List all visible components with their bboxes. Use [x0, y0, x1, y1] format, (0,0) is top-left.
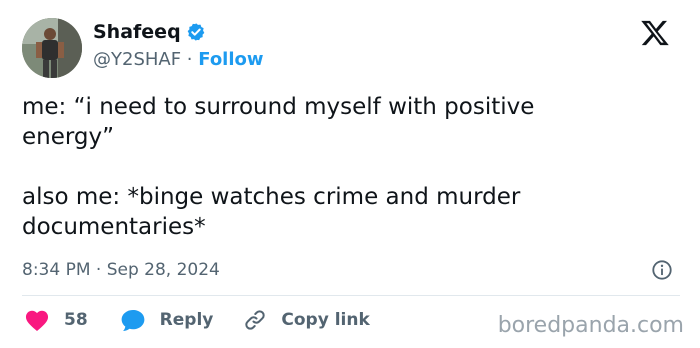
avatar[interactable] [22, 18, 82, 78]
x-logo-icon[interactable] [640, 18, 670, 48]
action-bar: 58 Reply Copy link [24, 308, 370, 332]
like-button[interactable]: 58 [24, 308, 88, 332]
info-icon[interactable] [651, 259, 673, 281]
link-icon [245, 310, 266, 330]
tweet-timestamp[interactable]: 8:34 PM · Sep 28, 2024 [22, 258, 220, 282]
reply-button[interactable]: Reply [120, 308, 214, 332]
tweet-date: Sep 28, 2024 [106, 260, 220, 280]
handle-separator: · [181, 49, 199, 70]
tweet-time: 8:34 PM [22, 260, 91, 280]
copy-link-button[interactable]: Copy link [243, 308, 370, 332]
follow-button[interactable]: Follow [198, 49, 263, 70]
tweet-text: me: “i need to surround myself with posi… [22, 94, 535, 240]
divider [22, 295, 680, 296]
reply-bubble-icon [121, 310, 145, 332]
verified-badge-icon [187, 23, 205, 41]
watermark: boredpanda.com [497, 313, 684, 338]
like-count: 58 [64, 310, 88, 330]
author-handle-row: @Y2SHAF · Follow [93, 48, 264, 72]
author-name-row: Shafeeq [93, 20, 206, 44]
author-display-name[interactable]: Shafeeq [93, 20, 181, 44]
author-handle[interactable]: @Y2SHAF [93, 49, 181, 70]
copy-link-label: Copy link [281, 310, 370, 330]
meta-separator: · [90, 260, 107, 280]
heart-icon [25, 310, 49, 332]
reply-label: Reply [159, 310, 214, 330]
